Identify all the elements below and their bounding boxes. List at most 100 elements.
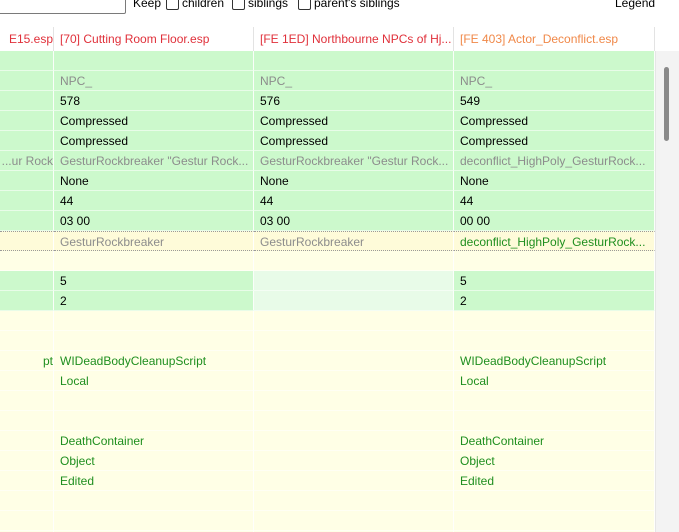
table-cell[interactable] bbox=[254, 371, 454, 391]
table-row[interactable]: DeathContainer DeathContainer bbox=[0, 431, 655, 451]
table-cell[interactable] bbox=[0, 111, 54, 131]
table-cell[interactable] bbox=[254, 291, 454, 311]
table-cell[interactable] bbox=[254, 311, 454, 331]
table-cell[interactable] bbox=[454, 411, 655, 431]
table-cell[interactable] bbox=[454, 511, 655, 531]
table-row[interactable]: 44 44 44 bbox=[0, 191, 655, 211]
table-cell[interactable] bbox=[0, 231, 54, 251]
table-cell[interactable]: 44 bbox=[454, 191, 655, 211]
table-cell[interactable] bbox=[454, 51, 655, 71]
table-row[interactable] bbox=[0, 491, 655, 511]
table-cell[interactable] bbox=[254, 351, 454, 371]
table-row[interactable] bbox=[0, 251, 655, 271]
table-cell[interactable] bbox=[0, 51, 54, 71]
filter-input[interactable] bbox=[0, 0, 126, 14]
table-row[interactable] bbox=[0, 411, 655, 431]
table-cell[interactable]: 5 bbox=[454, 271, 655, 291]
table-cell[interactable] bbox=[254, 471, 454, 491]
table-cell[interactable] bbox=[254, 491, 454, 511]
table-row[interactable]: 55 bbox=[0, 271, 655, 291]
table-cell[interactable] bbox=[254, 411, 454, 431]
table-cell[interactable] bbox=[0, 451, 54, 471]
table-cell[interactable]: Local bbox=[454, 371, 655, 391]
table-cell[interactable] bbox=[0, 191, 54, 211]
table-cell[interactable]: deconflict_HighPoly_GesturRock... bbox=[454, 231, 655, 251]
table-cell[interactable] bbox=[0, 311, 54, 331]
table-cell[interactable]: Compressed bbox=[54, 111, 254, 131]
table-cell[interactable] bbox=[454, 311, 655, 331]
table-cell[interactable] bbox=[0, 291, 54, 311]
table-cell[interactable] bbox=[0, 131, 54, 151]
table-row[interactable] bbox=[0, 511, 655, 531]
table-cell[interactable] bbox=[54, 51, 254, 71]
table-cell[interactable]: Compressed bbox=[454, 131, 655, 151]
table-cell[interactable] bbox=[0, 211, 54, 231]
table-cell[interactable]: Object bbox=[454, 451, 655, 471]
table-cell[interactable]: DeathContainer bbox=[454, 431, 655, 451]
table-cell[interactable]: 44 bbox=[254, 191, 454, 211]
table-row[interactable]: Local Local bbox=[0, 371, 655, 391]
table-cell[interactable]: 578 bbox=[54, 91, 254, 111]
table-cell[interactable]: 00 00 bbox=[454, 211, 655, 231]
table-cell[interactable]: Compressed bbox=[54, 131, 254, 151]
table-row[interactable]: Compressed Compressed Compressed bbox=[0, 111, 655, 131]
table-cell[interactable]: GesturRockbreaker "Gestur Rock... bbox=[254, 151, 454, 171]
table-cell[interactable] bbox=[0, 251, 54, 271]
table-cell[interactable] bbox=[54, 251, 254, 271]
table-row[interactable]: None None None bbox=[0, 171, 655, 191]
table-cell[interactable]: GesturRockbreaker bbox=[254, 231, 454, 251]
table-cell[interactable] bbox=[454, 391, 655, 411]
table-cell[interactable]: NPC_ bbox=[454, 71, 655, 91]
table-cell[interactable] bbox=[54, 491, 254, 511]
table-row[interactable]: NPC_ NPC_ NPC_ bbox=[0, 71, 655, 91]
table-cell[interactable] bbox=[254, 511, 454, 531]
table-cell[interactable] bbox=[254, 431, 454, 451]
table-cell[interactable] bbox=[254, 391, 454, 411]
children-label[interactable]: children bbox=[182, 0, 224, 10]
table-cell[interactable]: Edited bbox=[454, 471, 655, 491]
table-cell[interactable] bbox=[0, 471, 54, 491]
table-cell[interactable] bbox=[0, 271, 54, 291]
table-cell[interactable] bbox=[0, 71, 54, 91]
table-cell[interactable]: Compressed bbox=[454, 111, 655, 131]
vertical-scrollbar[interactable] bbox=[655, 51, 679, 532]
table-cell[interactable]: Compressed bbox=[254, 131, 454, 151]
table-cell[interactable]: 03 00 bbox=[54, 211, 254, 231]
table-cell[interactable] bbox=[454, 491, 655, 511]
table-cell[interactable]: pt bbox=[0, 351, 54, 371]
table-cell[interactable]: 2 bbox=[454, 291, 655, 311]
table-cell[interactable]: 5 bbox=[54, 271, 254, 291]
table-cell[interactable]: 549 bbox=[454, 91, 655, 111]
table-cell[interactable]: NPC_ bbox=[54, 71, 254, 91]
table-cell[interactable]: None bbox=[254, 171, 454, 191]
table-cell[interactable] bbox=[0, 431, 54, 451]
table-cell[interactable]: None bbox=[54, 171, 254, 191]
table-cell[interactable]: deconflict_HighPoly_GesturRock... bbox=[454, 151, 655, 171]
table-row[interactable]: GesturRockbreaker GesturRockbreaker deconf… bbox=[0, 231, 655, 251]
table-cell[interactable]: 576 bbox=[254, 91, 454, 111]
legend-button[interactable]: Legend bbox=[615, 0, 655, 10]
table-cell[interactable]: Local bbox=[54, 371, 254, 391]
table-cell[interactable] bbox=[454, 331, 655, 351]
table-row[interactable]: 578 576 549 bbox=[0, 91, 655, 111]
table-cell[interactable] bbox=[54, 411, 254, 431]
table-cell[interactable] bbox=[254, 251, 454, 271]
table-cell[interactable] bbox=[254, 451, 454, 471]
table-cell[interactable] bbox=[254, 51, 454, 71]
column-header-northbourne-npcs[interactable]: [FE 1ED] Northbourne NPCs of Hj... bbox=[254, 27, 454, 51]
table-cell[interactable] bbox=[0, 331, 54, 351]
table-cell[interactable] bbox=[454, 251, 655, 271]
table-row[interactable]: pt WIDeadBodyCleanupScript WIDeadBodyClean… bbox=[0, 351, 655, 371]
table-cell[interactable]: 2 bbox=[54, 291, 254, 311]
table-cell[interactable]: WIDeadBodyCleanupScript bbox=[54, 351, 254, 371]
table-cell[interactable]: Compressed bbox=[254, 111, 454, 131]
table-cell[interactable]: NPC_ bbox=[254, 71, 454, 91]
table-row[interactable]: Edited Edited bbox=[0, 471, 655, 491]
table-cell[interactable] bbox=[54, 511, 254, 531]
table-row[interactable]: 03 00 03 00 00 00 bbox=[0, 211, 655, 231]
table-cell[interactable]: DeathContainer bbox=[54, 431, 254, 451]
table-cell[interactable] bbox=[0, 91, 54, 111]
parents-siblings-label[interactable]: parent's siblings bbox=[314, 0, 400, 10]
table-cell[interactable]: GesturRockbreaker bbox=[54, 231, 254, 251]
table-cell[interactable]: GesturRockbreaker "Gestur Rock... bbox=[54, 151, 254, 171]
